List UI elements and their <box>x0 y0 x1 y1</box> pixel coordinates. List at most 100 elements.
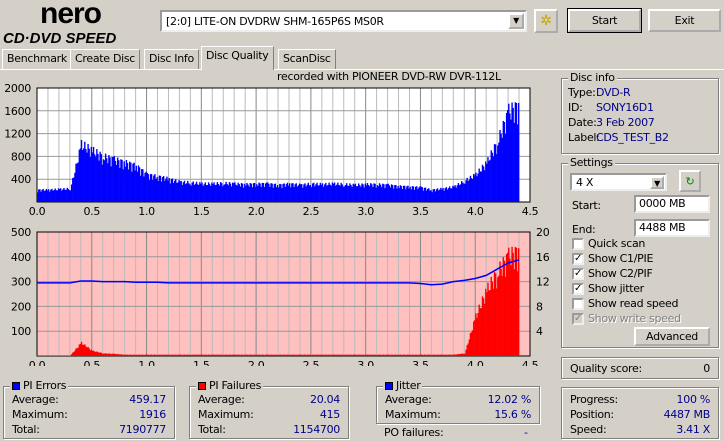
quality-score-label: Quality score: <box>570 362 642 375</box>
pi-errors-swatch <box>12 381 20 390</box>
jitter-title: Jitter <box>396 379 421 392</box>
option-show-c1-pie[interactable]: ✓ Show C1/PIE <box>572 251 681 266</box>
chevron-down-icon[interactable]: ▼ <box>508 13 524 29</box>
checkbox: ✓ <box>572 312 584 325</box>
option-show-write-speed: ✓ Show write speed <box>572 311 681 326</box>
jitter-average: 12.02 % <box>487 393 532 406</box>
x-tick-label: 1.0 <box>138 205 155 218</box>
checkbox[interactable]: ✓ <box>572 282 584 295</box>
jitter-group: Jitter Average: 12.02 % Maximum: 15.6 % <box>376 379 540 424</box>
tab-disc-info[interactable]: Disc Info <box>144 49 199 69</box>
start-button[interactable]: Start <box>567 8 642 33</box>
settings-title: Settings <box>568 156 615 169</box>
pif-total: 1154700 <box>293 423 340 436</box>
y-tick-label: 1600 <box>4 105 31 118</box>
pie-total-label: Total: <box>12 423 40 436</box>
start-input[interactable]: 0000 MB <box>634 195 710 213</box>
y-tick-label: 800 <box>11 150 31 163</box>
checkbox[interactable] <box>572 237 584 250</box>
x-tick-label: 4.0 <box>467 205 484 218</box>
tab-benchmark[interactable]: Benchmark <box>2 49 72 69</box>
quality-score-box: Quality score: 0 <box>561 357 719 379</box>
x-tick-label: 2.0 <box>248 359 265 366</box>
progress-value: 100 % <box>676 393 711 406</box>
start-label: Start: <box>572 199 601 212</box>
pi-failures-title: PI Failures <box>209 379 261 392</box>
x-tick-label: 0.0 <box>29 359 46 366</box>
option-label: Show write speed <box>588 312 681 325</box>
y-tick-label: 400 <box>11 173 31 186</box>
x-tick-label: 1.5 <box>193 359 210 366</box>
drive-select[interactable]: [2:0] LITE-ON DVDRW SHM-165P6S MS0R ▼ <box>160 10 527 32</box>
exit-button[interactable]: Exit <box>648 9 721 32</box>
pif-average-label: Average: <box>198 393 245 406</box>
end-input[interactable]: 4488 MB <box>634 219 710 237</box>
y2-tick-label: 8 <box>536 300 543 313</box>
y2-tick-label: 16 <box>536 251 550 264</box>
tab-scandisc[interactable]: ScanDisc <box>278 49 336 69</box>
gear-chip-icon: ✲ <box>540 13 552 29</box>
refresh-button[interactable]: ↻ <box>679 170 701 192</box>
pi-errors-title: PI Errors <box>23 379 67 392</box>
y2-tick-label: 20 <box>536 226 550 239</box>
x-tick-label: 4.0 <box>467 359 484 366</box>
option-label: Quick scan <box>588 237 646 250</box>
x-tick-label: 3.0 <box>357 205 374 218</box>
type-label: Type: <box>568 86 596 99</box>
x-tick-label: 0.5 <box>83 205 100 218</box>
date-label: Date: <box>568 116 597 129</box>
pi-failures-group: PI Failures Average: 20.04 Maximum: 415 To… <box>189 379 349 439</box>
speed-select[interactable]: 4 X ▼ <box>570 173 667 191</box>
option-label: Show C2/PIF <box>588 267 653 280</box>
label-label: Label: <box>568 131 600 144</box>
disc-id: SONY16D1 <box>596 101 654 114</box>
nero-logo: nero <box>40 0 102 30</box>
end-label: End: <box>572 223 596 236</box>
pif-maximum-label: Maximum: <box>198 408 254 421</box>
checkbox[interactable] <box>572 297 584 310</box>
disc-info-group: Disc info Type: DVD-R ID: SONY16D1 Date: 3 … <box>561 71 719 154</box>
pif-average: 20.04 <box>310 393 340 406</box>
y2-tick-label: 4 <box>536 325 543 338</box>
disc-type: DVD-R <box>596 86 631 99</box>
option-show-c2-pif[interactable]: ✓ Show C2/PIF <box>572 266 681 281</box>
jitter-swatch <box>385 381 393 390</box>
po-failures-label: PO failures: <box>384 426 444 439</box>
position-value: 4487 MB <box>663 408 711 421</box>
x-tick-label: 3.5 <box>412 205 429 218</box>
option-show-jitter[interactable]: ✓ Show jitter <box>572 281 681 296</box>
y2-tick-label: 12 <box>536 276 549 289</box>
drive-select-value: [2:0] LITE-ON DVDRW SHM-165P6S MS0R <box>166 14 384 28</box>
y-tick-label: 100 <box>11 325 31 338</box>
option-quick-scan[interactable]: Quick scan <box>572 236 681 251</box>
x-tick-label: 0.0 <box>29 205 46 218</box>
position-label: Position: <box>570 408 614 421</box>
pie-average-label: Average: <box>12 393 59 406</box>
pi-failure-bar <box>517 248 520 356</box>
pie-maximum-label: Maximum: <box>12 408 68 421</box>
options-list: Quick scan ✓ Show C1/PIE ✓ Show C2/PIF ✓ Show … <box>572 236 681 326</box>
drive-settings-button[interactable]: ✲ <box>534 9 558 33</box>
jitter-maximum: 15.6 % <box>494 408 531 421</box>
option-label: Show C1/PIE <box>588 252 654 265</box>
tab-create-disc[interactable]: Create Disc <box>70 49 141 69</box>
checkbox[interactable]: ✓ <box>572 252 584 265</box>
settings-group: Settings 4 X ▼ ↻ Start: 0000 MB End: 4488… <box>561 156 719 348</box>
disc-date: 3 Feb 2007 <box>596 116 655 129</box>
cd-dvd-speed-logo: CD·DVD SPEED <box>3 30 117 47</box>
option-show-read-speed[interactable]: Show read speed <box>572 296 681 311</box>
chevron-down-icon[interactable]: ▼ <box>650 176 664 189</box>
advanced-button[interactable]: Advanced <box>634 327 710 346</box>
x-tick-label: 1.5 <box>193 205 210 218</box>
pi-error-bar <box>517 102 520 202</box>
x-tick-label: 0.5 <box>83 359 100 366</box>
tab-disc-quality[interactable]: Disc Quality <box>201 46 274 70</box>
charts: 400 800 1200 1600 2000 0.0 0.5 1.0 1.5 2.0 2.5 3.0 3… <box>4 82 550 366</box>
checkbox[interactable]: ✓ <box>572 267 584 280</box>
y-tick-label: 400 <box>11 251 31 264</box>
speed-select-value: 4 X <box>576 175 594 189</box>
progress-box: Progress: 100 % Position: 4487 MB Speed: 3.… <box>561 387 719 439</box>
plot-area <box>37 232 530 356</box>
disc-label: CDS_TEST_B2 <box>596 131 669 144</box>
pi-errors-group: PI Errors Average: 459.17 Maximum: 1916 To… <box>3 379 175 439</box>
